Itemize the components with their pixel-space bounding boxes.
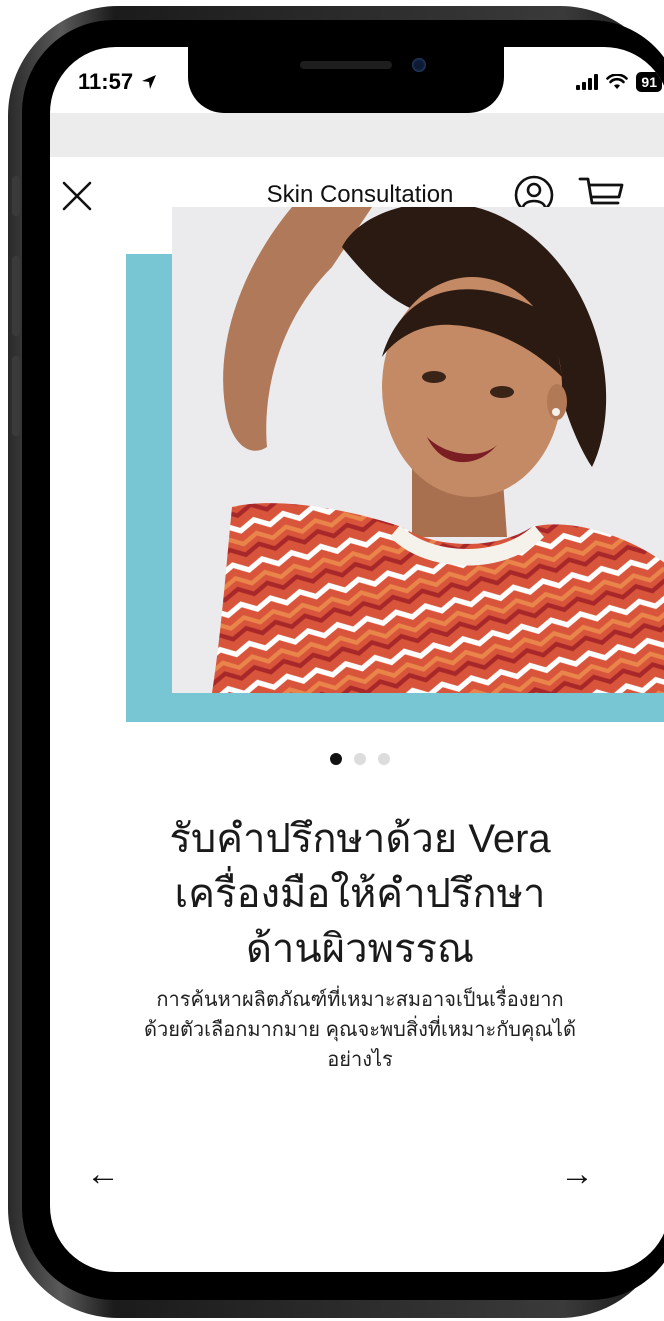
status-icons: 91 — [576, 69, 662, 95]
volume-down-button — [12, 356, 20, 436]
battery-indicator: 91 — [636, 72, 662, 92]
slide-heading: รับคำปรึกษาด้วย Vera เครื่องมือให้คำปรึก… — [169, 817, 551, 971]
status-time-text: 11:57 — [78, 69, 134, 94]
speaker-grille — [300, 61, 392, 69]
location-arrow-icon — [142, 75, 157, 89]
next-arrow-button[interactable]: → — [560, 1157, 594, 1191]
top-band — [50, 113, 664, 157]
slide-description: การค้นหาผลิตภัณฑ์ที่เหมาะสมอาจเป็นเรื่อง… — [144, 989, 576, 1071]
hero-image — [172, 207, 664, 693]
volume-up-button — [12, 256, 20, 336]
phone-screen: 11:57 91 Skin Consultation รับคำปรึกษาด้… — [50, 47, 664, 1272]
woman-portrait-illustration — [172, 207, 664, 693]
status-time: 11:57 — [78, 69, 157, 95]
cellular-signal-icon — [576, 74, 599, 90]
previous-arrow-button[interactable]: ← — [86, 1157, 120, 1191]
notch — [188, 47, 504, 113]
carousel-dot-3[interactable] — [378, 753, 390, 765]
front-camera — [412, 58, 426, 72]
carousel-dot-2[interactable] — [354, 753, 366, 765]
mute-switch — [12, 176, 20, 216]
page-title: Skin Consultation — [266, 181, 454, 208]
wifi-icon — [606, 74, 629, 89]
carousel-pagination — [50, 753, 664, 765]
carousel-dot-1[interactable] — [330, 753, 342, 765]
